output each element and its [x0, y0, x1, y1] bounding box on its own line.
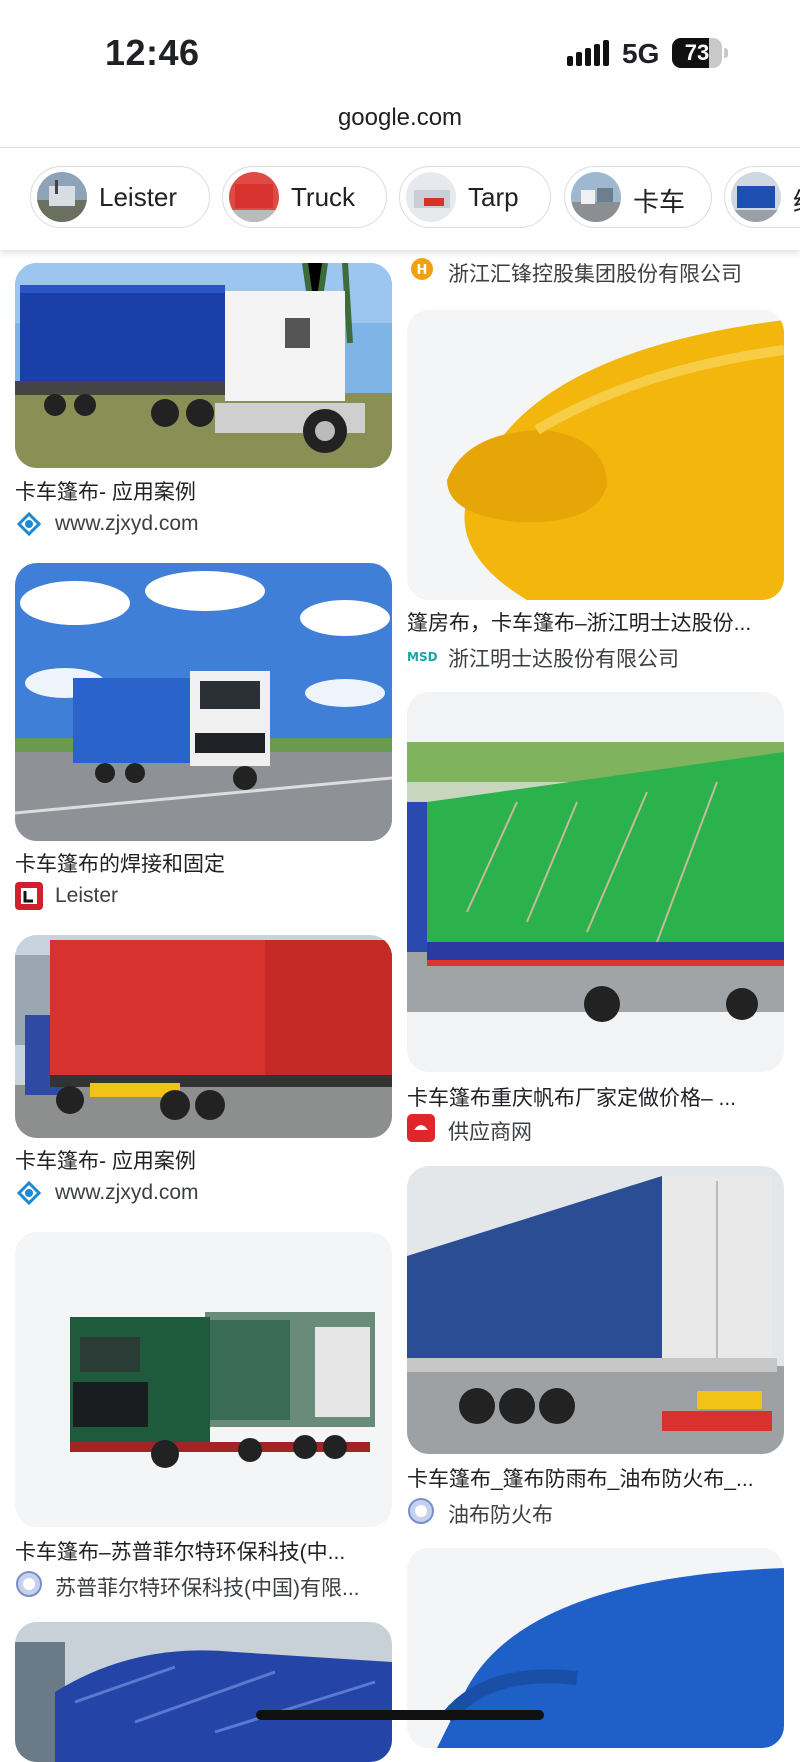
result-image-yellow-tarp-roll[interactable]	[407, 310, 784, 600]
result-image-blue-curtain-truck[interactable]	[15, 263, 392, 468]
svg-text:H: H	[417, 263, 428, 278]
globe-icon	[15, 1570, 43, 1598]
huifeng-logo-icon: H	[407, 256, 437, 286]
result-source[interactable]: 苏普菲尔特环保科技(中国)有限...	[55, 1572, 392, 1602]
result-source[interactable]: 浙江汇锋控股集团股份有限公司	[448, 258, 788, 288]
chip-label: 卡车	[633, 187, 686, 217]
chip-label: 绿	[793, 182, 800, 219]
result-title[interactable]: 卡车篷布的焊接和固定	[15, 848, 392, 878]
status-bar: 12:46 5G 73	[0, 0, 800, 100]
battery-percent: 73	[684, 40, 710, 65]
msd-logo-icon: MSD	[407, 641, 439, 669]
result-source[interactable]: 浙江明士达股份有限公司	[448, 643, 788, 673]
result-image-blue-tarp-truck[interactable]	[15, 1622, 392, 1762]
chip-more[interactable]: 绿	[724, 166, 800, 228]
chip-kache[interactable]: 卡车	[564, 166, 712, 228]
chip-tarp[interactable]: Tarp	[399, 166, 551, 228]
chip-label: Tarp	[468, 182, 519, 212]
leister-logo-icon	[15, 882, 43, 910]
result-title[interactable]: 卡车篷布_篷布防雨布_油布防火布_...	[407, 1463, 787, 1493]
result-image-blue-trailer[interactable]	[407, 1166, 784, 1454]
chip-truck[interactable]: Truck	[222, 166, 387, 228]
globe-icon	[407, 1497, 435, 1525]
zjxyd-logo-icon	[15, 510, 43, 538]
result-source[interactable]: 油布防火布	[448, 1499, 788, 1529]
result-title[interactable]: 卡车篷布- 应用案例	[15, 1145, 392, 1175]
tarp-thumbnail-icon	[406, 172, 456, 222]
result-title[interactable]: 篷房布，卡车篷布–浙江明士达股份...	[407, 607, 787, 637]
gongying-logo-icon	[407, 1114, 435, 1142]
result-image-green-volvo-truck[interactable]	[15, 1232, 392, 1527]
related-searches-bar[interactable]: Leister Truck Tarp 卡车 绿	[0, 148, 800, 250]
result-image-red-curtain-truck[interactable]	[15, 935, 392, 1138]
result-title[interactable]: 卡车篷布重庆帆布厂家定做价格– ...	[407, 1082, 787, 1112]
chip-leister[interactable]: Leister	[30, 166, 210, 228]
zjxyd-logo-icon	[15, 1179, 43, 1207]
result-source[interactable]: Leister	[55, 884, 392, 908]
network-type: 5G	[622, 38, 660, 69]
result-image-green-tarp-truck[interactable]	[407, 692, 784, 1072]
red-truck-thumbnail-icon	[229, 172, 279, 222]
truck-road-thumbnail-icon	[571, 172, 621, 222]
url-bar[interactable]: google.com	[0, 104, 800, 132]
status-time: 12:46	[105, 32, 200, 73]
result-source[interactable]: www.zjxyd.com	[55, 512, 392, 536]
svg-text:MSD: MSD	[407, 650, 438, 664]
result-source[interactable]: www.zjxyd.com	[55, 1181, 392, 1205]
blue-truck-thumbnail-icon	[731, 172, 781, 222]
result-title[interactable]: 卡车篷布- 应用案例	[15, 476, 392, 506]
chip-label: Truck	[291, 182, 356, 212]
result-source[interactable]: 供应商网	[448, 1116, 788, 1146]
battery-icon: 73	[672, 38, 728, 68]
result-title[interactable]: 卡车篷布–苏普菲尔特环保科技(中...	[15, 1536, 392, 1566]
home-indicator[interactable]	[256, 1710, 544, 1720]
chip-label: Leister	[99, 182, 178, 212]
result-image-truck-on-road[interactable]	[15, 563, 392, 841]
truck-thumbnail-icon	[37, 172, 87, 222]
cellular-signal-icon	[567, 40, 611, 66]
